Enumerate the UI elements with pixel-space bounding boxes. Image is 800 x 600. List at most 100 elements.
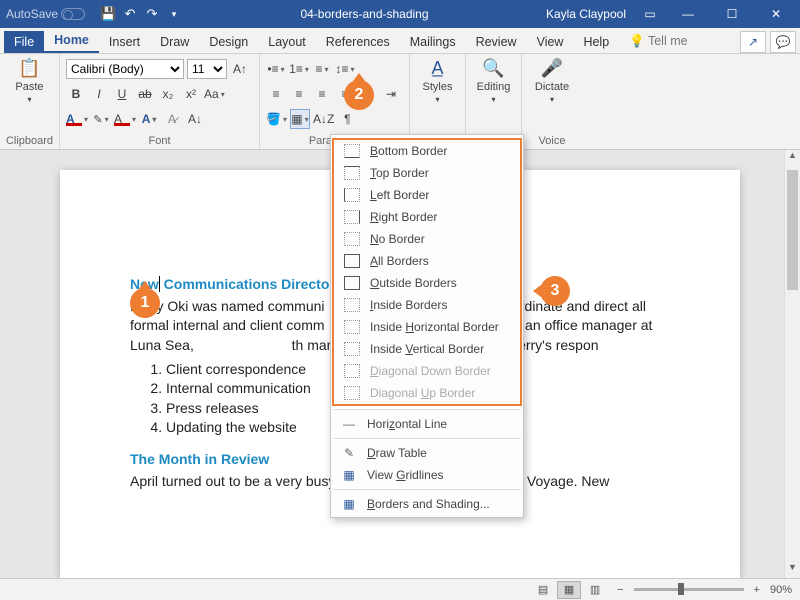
line-spacing-button[interactable]: ↕≡ bbox=[335, 59, 355, 79]
shrink-font-icon[interactable]: A↓ bbox=[185, 109, 205, 129]
user-name[interactable]: Kayla Claypool bbox=[546, 7, 626, 21]
tell-me[interactable]: 💡 Tell me bbox=[619, 30, 697, 53]
share-button[interactable]: ↗ bbox=[740, 31, 766, 53]
paste-button[interactable]: 📋 Paste▾ bbox=[15, 58, 43, 104]
undo-icon[interactable]: ↶ bbox=[121, 5, 139, 23]
change-case-button[interactable]: Aa bbox=[204, 84, 225, 104]
highlight-button[interactable]: ✎ bbox=[91, 109, 111, 129]
zoom-in-button[interactable]: + bbox=[754, 584, 760, 596]
comments-button[interactable]: 💬 bbox=[770, 31, 796, 53]
menu-item-label: Bottom Border bbox=[370, 144, 447, 158]
ribbon-options-icon[interactable]: ▭ bbox=[636, 7, 664, 21]
focus-mode-icon[interactable]: ▤ bbox=[531, 581, 555, 599]
numbering-button[interactable]: 1≡ bbox=[289, 59, 309, 79]
border-menu-item[interactable]: Left Border bbox=[334, 184, 520, 206]
scroll-down-icon[interactable]: ▼ bbox=[785, 562, 800, 578]
bold-button[interactable]: B bbox=[66, 84, 86, 104]
align-left-button[interactable]: ≡ bbox=[266, 84, 286, 104]
tab-layout[interactable]: Layout bbox=[258, 31, 316, 53]
border-icon bbox=[344, 386, 360, 400]
multilevel-button[interactable]: ≡ bbox=[312, 59, 332, 79]
show-marks-button[interactable]: ¶ bbox=[337, 109, 357, 129]
autosave-toggle[interactable]: AutoSave bbox=[6, 7, 85, 21]
font-color-button[interactable]: A bbox=[66, 109, 88, 129]
styles-button[interactable]: A̲ Styles▾ bbox=[423, 58, 453, 104]
shading-button[interactable]: 🪣 bbox=[266, 109, 287, 129]
tab-help[interactable]: Help bbox=[573, 31, 619, 53]
border-icon bbox=[344, 276, 360, 290]
clear-format-button[interactable]: A̷ bbox=[162, 109, 182, 129]
border-menu-item[interactable]: All Borders bbox=[334, 250, 520, 272]
tab-design[interactable]: Design bbox=[199, 31, 258, 53]
scroll-up-icon[interactable]: ▲ bbox=[785, 150, 800, 166]
redo-icon[interactable]: ↷ bbox=[143, 5, 161, 23]
tab-insert[interactable]: Insert bbox=[99, 31, 150, 53]
border-menu-item[interactable]: ▦View Gridlines bbox=[331, 464, 523, 486]
bullets-button[interactable]: •≡ bbox=[266, 59, 286, 79]
menu-item-label: All Borders bbox=[370, 254, 429, 268]
save-icon[interactable]: 💾 bbox=[99, 5, 117, 23]
border-icon bbox=[344, 144, 360, 158]
sort-button[interactable]: A↓Z bbox=[313, 109, 334, 129]
tab-draw[interactable]: Draw bbox=[150, 31, 199, 53]
callout-3: 3 bbox=[540, 276, 570, 306]
vertical-scrollbar[interactable]: ▲ ▼ bbox=[784, 150, 800, 578]
borders-button[interactable]: ▦ bbox=[290, 109, 310, 129]
font-color2-button[interactable]: A bbox=[114, 109, 136, 129]
menu-item-label: Outside Borders bbox=[370, 276, 457, 290]
border-icon bbox=[344, 210, 360, 224]
border-menu-item[interactable]: Inside Borders bbox=[334, 294, 520, 316]
font-size[interactable]: 11 bbox=[187, 59, 227, 79]
dictate-button[interactable]: 🎤 Dictate▾ bbox=[535, 58, 569, 104]
scroll-thumb[interactable] bbox=[787, 170, 798, 290]
underline-button[interactable]: U bbox=[112, 84, 132, 104]
tab-file[interactable]: File bbox=[4, 31, 44, 53]
tab-mailings[interactable]: Mailings bbox=[400, 31, 466, 53]
document-title: 04-borders-and-shading bbox=[183, 7, 546, 21]
titlebar: AutoSave 💾 ↶ ↷ ▾ 04-borders-and-shading … bbox=[0, 0, 800, 28]
align-center-button[interactable]: ≡ bbox=[289, 84, 309, 104]
strike-button[interactable]: ab bbox=[135, 84, 155, 104]
subscript-button[interactable]: x₂ bbox=[158, 84, 178, 104]
italic-button[interactable]: I bbox=[89, 84, 109, 104]
inc-indent-button[interactable]: ⇥ bbox=[381, 84, 401, 104]
grow-font-icon[interactable]: A↑ bbox=[230, 59, 250, 79]
border-menu-item[interactable]: Bottom Border bbox=[334, 140, 520, 162]
menu-icon: ▦ bbox=[341, 497, 357, 511]
tab-home[interactable]: Home bbox=[44, 29, 99, 53]
font-name[interactable]: Calibri (Body) bbox=[66, 59, 184, 79]
superscript-button[interactable]: x² bbox=[181, 84, 201, 104]
zoom-level[interactable]: 90% bbox=[770, 584, 792, 596]
border-menu-item[interactable]: Outside Borders bbox=[334, 272, 520, 294]
group-font: Font bbox=[148, 133, 170, 147]
zoom-out-button[interactable]: − bbox=[617, 584, 623, 596]
ribbon-tabs: File Home Insert Draw Design Layout Refe… bbox=[0, 28, 800, 54]
maximize-button[interactable]: ☐ bbox=[712, 0, 752, 28]
align-right-button[interactable]: ≡ bbox=[312, 84, 332, 104]
border-menu-item[interactable]: Top Border bbox=[334, 162, 520, 184]
print-layout-icon[interactable]: ▦ bbox=[557, 581, 581, 599]
tab-view[interactable]: View bbox=[527, 31, 574, 53]
web-layout-icon[interactable]: ▥ bbox=[583, 581, 607, 599]
text-effects-button[interactable]: A bbox=[139, 109, 159, 129]
qat-more-icon[interactable]: ▾ bbox=[165, 5, 183, 23]
close-button[interactable]: ✕ bbox=[756, 0, 796, 28]
tab-references[interactable]: References bbox=[316, 31, 400, 53]
tab-review[interactable]: Review bbox=[466, 31, 527, 53]
border-menu-item[interactable]: ▦Borders and Shading... bbox=[331, 493, 523, 515]
border-icon bbox=[344, 298, 360, 312]
border-menu-item[interactable]: ✎Draw Table bbox=[331, 442, 523, 464]
editing-button[interactable]: 🔍 Editing▾ bbox=[477, 58, 511, 104]
border-menu-item[interactable]: No Border bbox=[334, 228, 520, 250]
border-icon bbox=[344, 188, 360, 202]
border-menu-item[interactable]: Right Border bbox=[334, 206, 520, 228]
border-menu-item[interactable]: Inside Vertical Border bbox=[334, 338, 520, 360]
border-menu-item[interactable]: Inside Horizontal Border bbox=[334, 316, 520, 338]
border-menu-item[interactable]: ―Horizontal Line bbox=[331, 413, 523, 435]
menu-icon: ― bbox=[341, 417, 357, 431]
border-menu-item: Diagonal Down Border bbox=[334, 360, 520, 382]
zoom-slider[interactable] bbox=[634, 588, 744, 591]
menu-item-label: Left Border bbox=[370, 188, 429, 202]
border-icon bbox=[344, 364, 360, 378]
minimize-button[interactable]: ― bbox=[668, 0, 708, 28]
